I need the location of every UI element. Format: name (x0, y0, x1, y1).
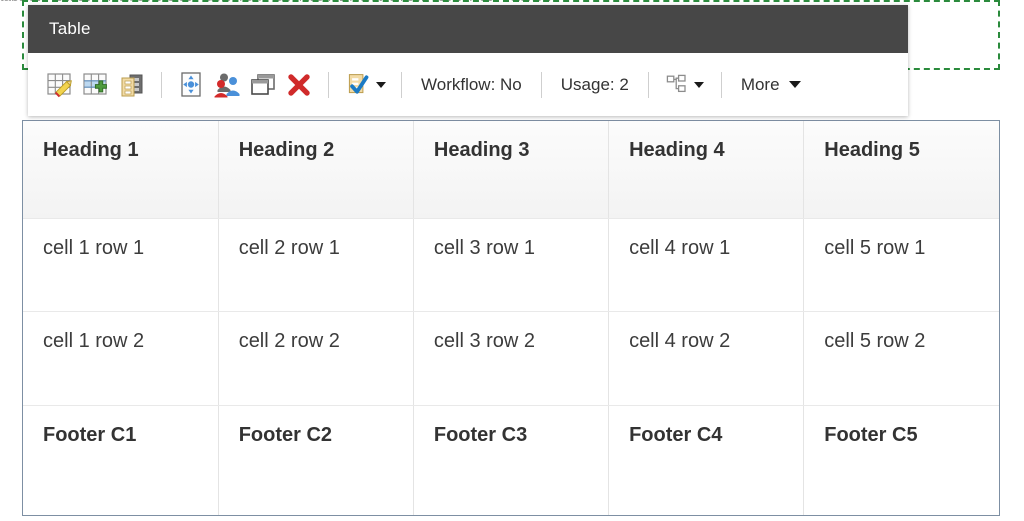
toolbar-separator (540, 71, 542, 98)
footer-cell[interactable]: Footer C4 (608, 405, 805, 515)
panel-header: Table (28, 5, 908, 53)
insert-row-icon (81, 70, 111, 100)
toolbar-separator (328, 71, 329, 98)
table-cell[interactable]: cell 3 row 2 (413, 311, 610, 406)
column-header[interactable]: Heading 3 (413, 121, 610, 219)
footer-cell[interactable]: Footer C1 (23, 405, 219, 515)
duplicate-button[interactable] (114, 65, 150, 105)
insert-row-button[interactable] (78, 65, 114, 105)
table-cell[interactable]: cell 1 row 1 (23, 218, 219, 312)
approve-menu-button[interactable] (340, 65, 390, 105)
edit-table-button[interactable] (42, 65, 78, 105)
footer-cell[interactable]: Footer C5 (804, 405, 999, 515)
table-cell[interactable]: cell 2 row 2 (218, 311, 414, 406)
table-body: cell 1 row 1 cell 2 row 1 cell 3 row 1 c… (23, 218, 999, 406)
permissions-icon (212, 70, 242, 100)
windows-stack-icon (248, 70, 278, 100)
table-row: cell 1 row 1 cell 2 row 1 cell 3 row 1 c… (23, 218, 999, 312)
more-menu-button[interactable]: More (733, 75, 807, 95)
duplicate-table-icon (117, 70, 147, 100)
table-cell[interactable]: cell 4 row 2 (608, 311, 805, 406)
table-row: cell 1 row 2 cell 2 row 2 cell 3 row 2 c… (23, 311, 999, 406)
data-table: Heading 1 Heading 2 Heading 3 Heading 4 … (23, 121, 999, 515)
edit-table-icon (45, 70, 75, 100)
more-menu-label: More (740, 74, 780, 94)
column-header[interactable]: Heading 1 (23, 121, 219, 219)
table-header-row: Heading 1 Heading 2 Heading 3 Heading 4 … (23, 121, 999, 219)
table-cell[interactable]: cell 5 row 2 (803, 311, 999, 406)
table-cell[interactable]: cell 5 row 1 (803, 218, 999, 312)
hierarchy-menu-button[interactable] (660, 65, 710, 105)
data-table-container: Heading 1 Heading 2 Heading 3 Heading 4 … (22, 120, 1000, 516)
table-foot: Footer C1 Footer C2 Footer C3 Footer C4 … (23, 405, 999, 515)
footer-cell[interactable]: Footer C3 (413, 405, 610, 515)
delete-button[interactable] (281, 65, 317, 105)
panel-title: Table (49, 19, 91, 38)
toolbar: Workflow: No Usage: 2 More (28, 53, 908, 116)
column-header[interactable]: Heading 4 (608, 121, 805, 219)
clipped-top-text: tabulate text cell small before cell tab… (0, 0, 1024, 4)
column-header[interactable]: Heading 5 (803, 121, 999, 219)
chevron-down-icon (376, 81, 386, 88)
toolbar-separator (161, 71, 162, 98)
chevron-down-icon (694, 81, 705, 88)
chevron-down-icon (788, 81, 801, 88)
table-toolbar-panel: Table Workflow: No Usage: 2 More (28, 5, 908, 116)
toolbar-separator (401, 71, 402, 98)
move-button[interactable] (173, 65, 209, 105)
table-cell[interactable]: cell 4 row 1 (608, 218, 805, 312)
table-cell[interactable]: cell 1 row 2 (23, 311, 219, 406)
permissions-button[interactable] (209, 65, 245, 105)
toolbar-separator (720, 71, 722, 98)
versions-button[interactable] (245, 65, 281, 105)
approve-icon (344, 71, 371, 98)
toolbar-separator (647, 71, 649, 98)
hierarchy-icon (665, 73, 689, 97)
table-head: Heading 1 Heading 2 Heading 3 Heading 4 … (23, 121, 999, 219)
workflow-status: Workflow: No (421, 74, 522, 94)
move-content-icon (176, 70, 206, 100)
footer-cell[interactable]: Footer C2 (218, 405, 414, 515)
table-cell[interactable]: cell 2 row 1 (218, 218, 414, 312)
table-cell[interactable]: cell 3 row 1 (413, 218, 610, 312)
delete-icon (284, 70, 314, 100)
column-header[interactable]: Heading 2 (218, 121, 414, 219)
usage-count: Usage: 2 (560, 74, 629, 94)
table-footer-row: Footer C1 Footer C2 Footer C3 Footer C4 … (23, 405, 999, 515)
